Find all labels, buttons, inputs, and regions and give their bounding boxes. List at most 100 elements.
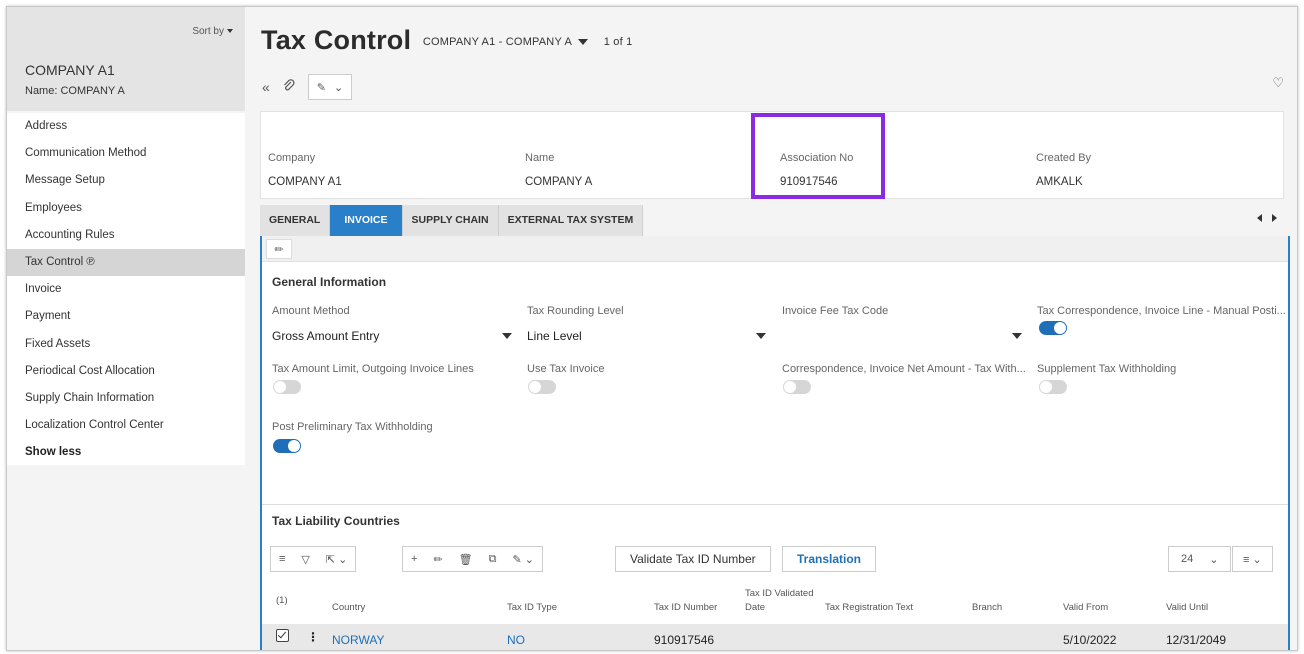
row-menu-icon[interactable]: ⋮ — [307, 630, 319, 644]
correspondence-net-amount-label: Correspondence, Invoice Net Amount - Tax… — [782, 363, 1026, 375]
page-title: Tax Control — [261, 25, 412, 55]
collapse-sidebar-icon[interactable]: « — [262, 79, 270, 95]
col-valid-until[interactable]: Valid Until — [1166, 602, 1208, 613]
page-size-value: 24 — [1181, 553, 1194, 565]
col-tax-id-type[interactable]: Tax ID Type — [507, 602, 557, 613]
record-title: COMPANY A1 — [25, 62, 115, 78]
export-icon[interactable]: ⇱ ⌄ — [318, 553, 356, 566]
tab-scroll-nav — [1257, 214, 1277, 222]
supplement-tax-withholding-label: Supplement Tax Withholding — [1037, 363, 1177, 375]
amount-method-label: Amount Method — [272, 305, 350, 317]
created-by-value: AMKALK — [1036, 176, 1083, 188]
delete-icon[interactable]: 🗑 — [451, 553, 481, 566]
amount-method-select[interactable]: Gross Amount Entry — [272, 329, 379, 343]
tax-rounding-level-label: Tax Rounding Level — [527, 305, 624, 317]
sidebar-item-address[interactable]: Address — [7, 113, 245, 140]
sidebar-item-periodical-cost-allocation[interactable]: Periodical Cost Allocation — [7, 358, 245, 385]
tab-general[interactable]: GENERAL — [260, 205, 331, 236]
selected-count: (1) — [276, 595, 288, 606]
page-size-select[interactable]: 24 ⌄ — [1168, 546, 1232, 572]
cell-valid-from: 5/10/2022 — [1063, 633, 1117, 647]
sidebar-item-fixed-assets[interactable]: Fixed Assets — [7, 331, 245, 358]
sidebar-item-communication-method[interactable]: Communication Method — [7, 140, 245, 167]
correspondence-net-amount-toggle[interactable] — [783, 380, 811, 394]
sort-by-dropdown[interactable]: Sort by — [192, 26, 233, 37]
add-icon[interactable]: + — [403, 553, 425, 565]
use-tax-invoice-toggle[interactable] — [528, 380, 556, 394]
chevron-down-icon: ⌄ — [334, 81, 344, 94]
tax-correspondence-label: Tax Correspondence, Invoice Line - Manua… — [1037, 305, 1286, 317]
favorite-heart-icon[interactable]: ♡ — [1272, 75, 1284, 91]
filter-icon[interactable]: ▽ — [293, 553, 317, 566]
tax-amount-limit-label: Tax Amount Limit, Outgoing Invoice Lines — [272, 363, 474, 375]
tax-amount-limit-toggle[interactable] — [273, 380, 301, 394]
company-label: Company — [268, 152, 316, 164]
section-divider — [262, 504, 1288, 505]
highlight-box — [751, 113, 885, 199]
col-country[interactable]: Country — [332, 602, 365, 613]
general-information-title: General Information — [272, 275, 387, 289]
edit-button[interactable]: ✏ — [266, 239, 292, 259]
name-value: COMPANY A — [525, 176, 593, 188]
show-less-link[interactable]: Show less — [7, 439, 245, 466]
pencil-icon[interactable]: ✏ — [425, 553, 450, 566]
panel-toolbar: ✏ — [262, 236, 1288, 262]
chevron-down-icon: ⌄ — [1209, 553, 1219, 566]
table-row[interactable] — [262, 624, 1288, 650]
tax-rounding-dropdown-icon[interactable] — [756, 333, 766, 339]
cell-tax-id-type[interactable]: NO — [507, 633, 525, 647]
post-preliminary-toggle[interactable] — [273, 439, 301, 453]
company-value: COMPANY A1 — [268, 176, 342, 188]
record-count: 1 of 1 — [603, 35, 633, 48]
tax-rounding-level-select[interactable]: Line Level — [527, 329, 582, 343]
col-tax-registration-text[interactable]: Tax Registration Text — [825, 602, 913, 613]
scroll-right-icon[interactable] — [1272, 214, 1277, 222]
column-chooser-icon[interactable]: ≡ — [271, 553, 293, 565]
sidebar: Sort by COMPANY A1 Name: COMPANY A Addre… — [7, 7, 245, 650]
duplicate-icon[interactable]: ⧉ — [481, 553, 505, 566]
actions-icon: ✎ — [316, 81, 327, 94]
sidebar-item-payment[interactable]: Payment — [7, 303, 245, 330]
sidebar-item-employees[interactable]: Employees — [7, 195, 245, 222]
row-checkbox[interactable] — [276, 629, 289, 642]
tax-liability-countries-title: Tax Liability Countries — [272, 514, 400, 528]
translation-button[interactable]: Translation — [782, 546, 877, 572]
supplement-tax-withholding-toggle[interactable] — [1039, 380, 1067, 394]
col-tax-id-validated-date[interactable]: Date — [745, 602, 765, 613]
tax-correspondence-toggle[interactable] — [1039, 321, 1067, 335]
name-field: Name COMPANY A — [525, 152, 592, 188]
tab-invoice[interactable]: INVOICE — [330, 205, 403, 236]
sidebar-item-accounting-rules[interactable]: Accounting Rules — [7, 222, 245, 249]
sidebar-item-supply-chain-information[interactable]: Supply Chain Information — [7, 385, 245, 412]
use-tax-invoice-label: Use Tax Invoice — [527, 363, 605, 375]
sidebar-item-message-setup[interactable]: Message Setup — [7, 167, 245, 194]
record-selector[interactable]: COMPANY A1 - COMPANY A — [423, 36, 596, 48]
actions-menu-button[interactable]: ✎ ⌄ — [307, 74, 353, 100]
view-options-button[interactable]: ≡ ⌄ — [1232, 546, 1273, 572]
caret-down-icon — [227, 29, 233, 34]
caret-down-icon — [577, 38, 588, 45]
sidebar-item-tax-control[interactable]: Tax Control ℗ — [7, 248, 245, 277]
col-valid-from[interactable]: Valid From — [1063, 602, 1108, 613]
tab-supply-chain[interactable]: SUPPLY CHAIN — [402, 205, 499, 236]
record-subtitle: Name: COMPANY A — [25, 85, 125, 97]
page-toolbar: « ✎ ⌄ — [262, 74, 353, 100]
cell-country[interactable]: NORWAY — [332, 633, 384, 647]
invoice-fee-tax-code-label: Invoice Fee Tax Code — [782, 305, 889, 317]
col-branch[interactable]: Branch — [972, 602, 1002, 613]
scroll-left-icon[interactable] — [1257, 214, 1262, 222]
validate-tax-id-button[interactable]: Validate Tax ID Number — [615, 546, 771, 572]
sidebar-item-invoice[interactable]: Invoice — [7, 276, 245, 303]
invoice-fee-dropdown-icon[interactable] — [1012, 333, 1022, 339]
col-tax-id-validated[interactable]: Tax ID Validated — [745, 588, 813, 599]
table-edit-toolbar: + ✏ 🗑 ⧉ ✎ ⌄ — [402, 546, 543, 572]
amount-method-dropdown-icon[interactable] — [502, 333, 512, 339]
actions-icon[interactable]: ✎ ⌄ — [504, 553, 542, 566]
sidebar-item-localization-control-center[interactable]: Localization Control Center — [7, 412, 245, 439]
list-view-icon: ≡ ⌄ — [1243, 553, 1262, 566]
invoice-tab-panel: ✏ General Information Amount Method Gros… — [260, 236, 1290, 650]
attachment-icon[interactable] — [282, 78, 296, 96]
col-tax-id-number[interactable]: Tax ID Number — [654, 602, 717, 613]
tab-external-tax-system[interactable]: EXTERNAL TAX SYSTEM — [498, 205, 644, 236]
record-selector-label: COMPANY A1 - COMPANY A — [422, 35, 572, 48]
